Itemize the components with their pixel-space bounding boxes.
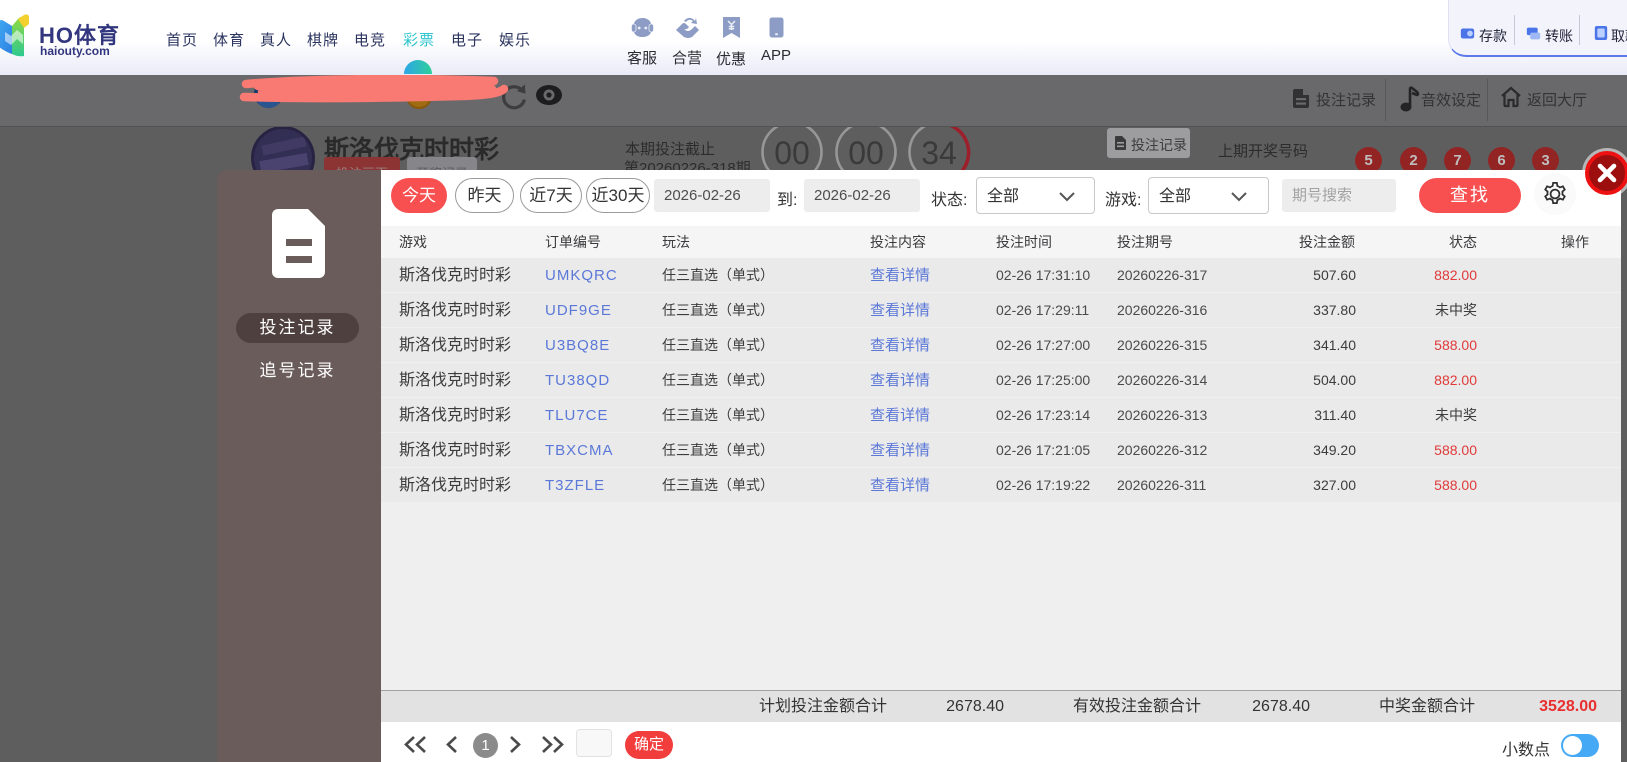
svg-text:00: 00 [848,135,884,171]
svg-text:34: 34 [921,135,957,171]
svg-text:00: 00 [774,135,810,171]
